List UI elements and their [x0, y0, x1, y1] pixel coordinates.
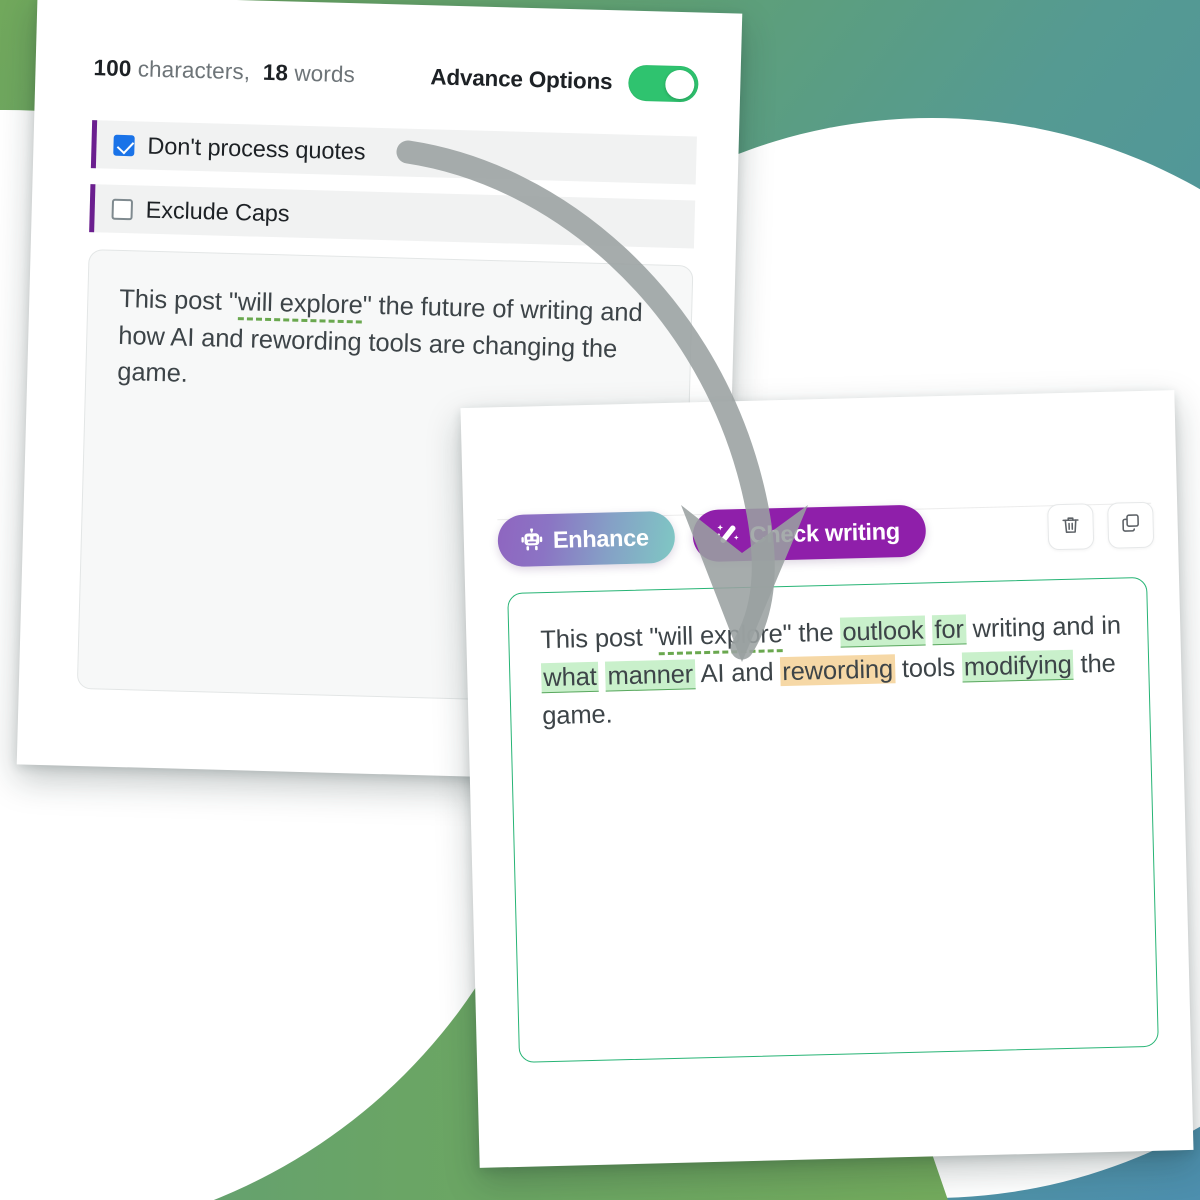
- source-text-content: This post "will explore" the future of w…: [117, 281, 664, 405]
- result-toolbar: Enhance Check writing: [497, 499, 1155, 568]
- result-text-content: This post "will explore" the outlook for…: [540, 607, 1124, 736]
- word-count-value: 18: [262, 59, 289, 86]
- suggestion-word-rewording[interactable]: rewording: [779, 654, 896, 687]
- suggestion-word-outlook[interactable]: outlook: [839, 615, 926, 648]
- checkbox-unchecked-icon[interactable]: [111, 198, 134, 220]
- result-text-part-11: AI and: [694, 658, 781, 689]
- suggestion-word-what[interactable]: what: [540, 661, 599, 694]
- suggestion-phrase-will-explore[interactable]: will explore: [237, 288, 364, 324]
- result-text-part-13: tools: [894, 653, 963, 684]
- copy-button[interactable]: [1107, 501, 1155, 549]
- checkbox-checked-icon[interactable]: [113, 134, 135, 156]
- advance-options-toggle[interactable]: [627, 64, 699, 103]
- result-card: Enhance Check writing This post "will ex…: [460, 390, 1194, 1168]
- result-text-part-3: " the: [782, 618, 841, 649]
- character-count-label: characters,: [137, 56, 251, 85]
- suggestion-word-for[interactable]: for: [932, 614, 967, 646]
- enhance-button[interactable]: Enhance: [497, 510, 676, 568]
- copy-icon: [1119, 511, 1142, 539]
- suggestion-word-modifying[interactable]: modifying: [961, 649, 1075, 683]
- source-text-part-1: This post ": [118, 284, 239, 317]
- robot-icon: [520, 528, 545, 553]
- character-count-value: 100: [93, 55, 132, 82]
- result-icon-button-group: [1047, 501, 1155, 551]
- enhance-button-label: Enhance: [552, 523, 650, 553]
- suggestion-word-manner[interactable]: manner: [605, 659, 696, 692]
- check-writing-button[interactable]: Check writing: [692, 504, 927, 563]
- suggestion-phrase-will-explore[interactable]: will explore: [657, 620, 784, 656]
- option-label-dont-process-quotes: Don't process quotes: [147, 132, 366, 165]
- character-word-count: 100 characters, 18 words: [93, 55, 355, 88]
- advance-options-label: Advance Options: [430, 64, 613, 95]
- result-text-editor[interactable]: This post "will explore" the outlook for…: [507, 576, 1159, 1063]
- delete-button[interactable]: [1047, 503, 1095, 551]
- result-text-part-7: writing and in: [965, 611, 1122, 644]
- word-count-label: words: [294, 60, 356, 88]
- check-writing-button-label: Check writing: [749, 517, 901, 548]
- advance-options-group: Advance Options: [430, 59, 699, 103]
- trash-icon: [1059, 513, 1082, 541]
- option-label-exclude-caps: Exclude Caps: [145, 196, 290, 226]
- option-row-exclude-caps[interactable]: Exclude Caps: [89, 184, 696, 249]
- result-text-part-1: This post ": [540, 623, 659, 655]
- magic-wand-icon: [714, 522, 741, 549]
- toggle-knob: [664, 69, 695, 99]
